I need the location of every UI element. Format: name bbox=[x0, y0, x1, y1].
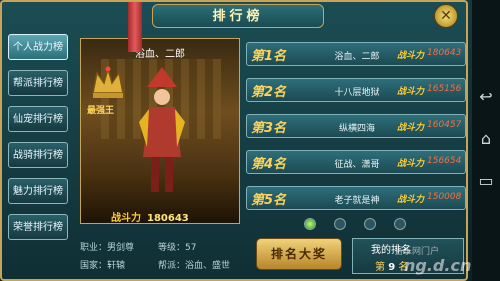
character-figure bbox=[139, 67, 185, 192]
page-dot[interactable] bbox=[394, 218, 406, 230]
nation-label: 国家： bbox=[80, 261, 108, 271]
page-indicator bbox=[304, 215, 424, 230]
close-icon: ✕ bbox=[440, 8, 452, 24]
power-label: 战斗力 bbox=[397, 195, 425, 205]
hanging-ribbon bbox=[128, 2, 142, 52]
rank-number: 第3名 bbox=[251, 121, 287, 136]
player-name: 浴血、二郎 bbox=[334, 52, 380, 62]
game-screen: 排行榜 ✕ 个人战力榜 帮派排行榜 仙宠排行榜 战骑排行榜 魅力排行榜 荣誉排行… bbox=[0, 0, 500, 281]
sidebar-item-honor[interactable]: 荣誉排行榜 bbox=[8, 214, 68, 240]
guild-value: 浴血、盛世 bbox=[185, 261, 231, 271]
sidebar-item-guild[interactable]: 帮派排行榜 bbox=[8, 70, 68, 96]
ranking-row[interactable]: 第4名 征战、潇哥 战斗力 156654 bbox=[246, 150, 466, 174]
system-nav-bar: ↩ ⌂ ▭ bbox=[472, 0, 500, 281]
title-badge: 最强王 bbox=[87, 106, 115, 116]
page-dot[interactable] bbox=[334, 218, 346, 230]
power-value: 156654 bbox=[427, 156, 462, 166]
job-label: 职业： bbox=[80, 243, 108, 253]
page-dot[interactable] bbox=[364, 218, 376, 230]
power-value: 160457 bbox=[427, 120, 462, 130]
ranking-row[interactable]: 第1名 浴血、二郎 战斗力 180643 bbox=[246, 42, 466, 66]
sidebar-item-mount[interactable]: 战骑排行榜 bbox=[8, 142, 68, 168]
character-name: 浴血、二郎 bbox=[135, 49, 185, 60]
panel-title: 排行榜 bbox=[212, 9, 264, 24]
ranking-category-sidebar: 个人战力榜 帮派排行榜 仙宠排行榜 战骑排行榜 魅力排行榜 荣誉排行榜 bbox=[8, 34, 70, 250]
ranking-reward-button[interactable]: 排名大奖 bbox=[256, 238, 342, 270]
guild-label: 帮派： bbox=[158, 261, 186, 271]
ranking-panel: 排行榜 ✕ 个人战力榜 帮派排行榜 仙宠排行榜 战骑排行榜 魅力排行榜 荣誉排行… bbox=[0, 0, 472, 281]
player-name: 老子就是神 bbox=[334, 196, 380, 206]
close-button[interactable]: ✕ bbox=[434, 4, 458, 28]
nation-value: 轩辕 bbox=[107, 261, 126, 271]
rank-number: 第2名 bbox=[251, 85, 287, 100]
character-portrait: 浴血、二郎 最强王 战斗力 180643 bbox=[80, 38, 240, 224]
power-value: 150008 bbox=[427, 192, 462, 202]
power-label: 战斗力 bbox=[397, 123, 425, 133]
rank-number: 第4名 bbox=[251, 157, 287, 172]
ranking-row[interactable]: 第2名 十八层地狱 战斗力 165156 bbox=[246, 78, 466, 102]
job-value: 男剑尊 bbox=[107, 243, 135, 253]
title-bar: 排行榜 bbox=[152, 4, 324, 28]
rank-number: 第5名 bbox=[251, 193, 287, 208]
sidebar-item-pet[interactable]: 仙宠排行榜 bbox=[8, 106, 68, 132]
home-icon[interactable]: ⌂ bbox=[475, 128, 497, 150]
page-dot[interactable] bbox=[304, 218, 316, 230]
level-label: 等级： bbox=[158, 243, 186, 253]
power-label: 战斗力 bbox=[397, 87, 425, 97]
level-value: 57 bbox=[185, 243, 197, 253]
crown-icon bbox=[92, 66, 124, 98]
player-name: 纵横四海 bbox=[338, 124, 375, 134]
power-label: 战斗力 bbox=[397, 51, 425, 61]
rank-number: 第1名 bbox=[251, 49, 287, 64]
power-value: 180643 bbox=[427, 48, 462, 58]
ranking-row[interactable]: 第5名 老子就是神 战斗力 150008 bbox=[246, 186, 466, 210]
back-icon[interactable]: ↩ bbox=[475, 86, 497, 108]
ranking-row[interactable]: 第3名 纵横四海 战斗力 160457 bbox=[246, 114, 466, 138]
recent-apps-icon[interactable]: ▭ bbox=[475, 170, 497, 192]
sidebar-item-personal-power[interactable]: 个人战力榜 bbox=[8, 34, 68, 60]
power-value: 165156 bbox=[427, 84, 462, 94]
sidebar-item-charm[interactable]: 魅力排行榜 bbox=[8, 178, 68, 204]
power-label: 战斗力 bbox=[111, 213, 141, 224]
player-name: 十八层地狱 bbox=[334, 88, 380, 98]
power-value: 180643 bbox=[147, 213, 189, 224]
power-label: 战斗力 bbox=[397, 159, 425, 169]
player-name: 征战、潇哥 bbox=[334, 160, 380, 170]
power-display: 战斗力 180643 bbox=[111, 209, 189, 224]
watermark-url: ng.d.cn bbox=[404, 256, 472, 275]
